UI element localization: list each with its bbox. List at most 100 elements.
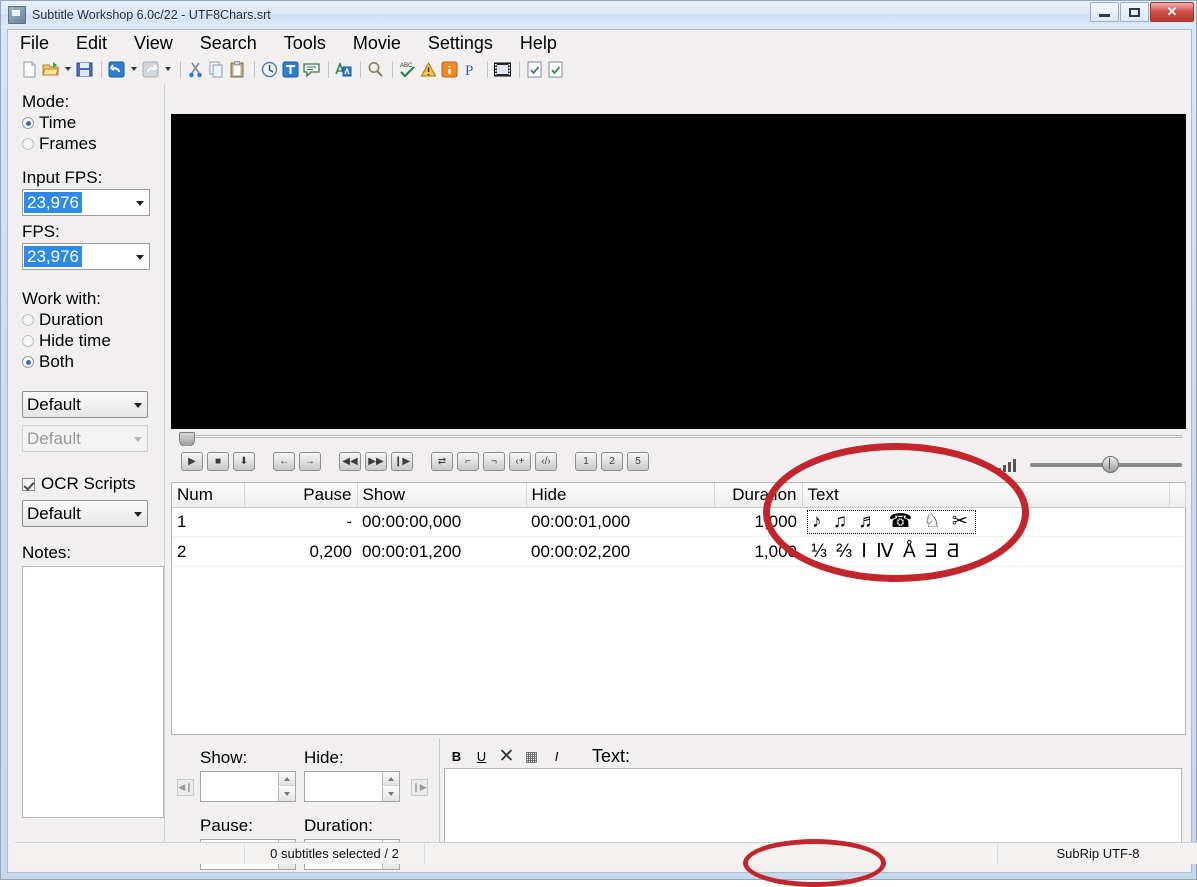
work-with-both[interactable]: Both <box>22 352 164 372</box>
hide-spin-up[interactable] <box>382 772 399 786</box>
column-header-show[interactable]: Show <box>357 483 526 508</box>
cut-icon[interactable] <box>186 60 205 79</box>
show-spin-down[interactable] <box>278 787 295 801</box>
marker-1-button[interactable]: 1 <box>575 452 597 471</box>
jump-to-button[interactable]: ⬇ <box>233 452 255 471</box>
hide-input[interactable] <box>304 771 400 802</box>
set-hide-time-button[interactable]: ¬ <box>483 452 505 471</box>
save-icon[interactable] <box>75 60 94 79</box>
search-icon[interactable] <box>366 60 385 79</box>
italic-button[interactable]: I <box>544 746 569 766</box>
menu-view[interactable]: View <box>134 33 173 54</box>
table-row[interactable]: 1 - 00:00:00,000 00:00:01,000 1,000 ♪ ♫ … <box>172 508 1185 537</box>
ocr-scripts-combo[interactable]: Default <box>22 500 148 527</box>
mode-option-time-label: Time <box>39 113 76 133</box>
volume-slider-thumb[interactable] <box>1102 456 1119 473</box>
undo-dropdown-arrow[interactable] <box>128 60 139 79</box>
movie-icon[interactable] <box>493 60 512 79</box>
open-dropdown-arrow[interactable] <box>62 60 73 79</box>
cell-hide-2: 00:00:02,200 <box>526 537 714 567</box>
alter-subtitles-button[interactable]: ⇄ <box>431 452 453 471</box>
volume-slider[interactable] <box>1030 463 1182 467</box>
translate-icon[interactable] <box>334 60 353 79</box>
start-subtitle-button[interactable]: ‹+ <box>509 452 531 471</box>
clock-icon[interactable] <box>260 60 279 79</box>
open-folder-icon[interactable] <box>41 60 60 79</box>
menu-movie[interactable]: Movie <box>353 33 401 54</box>
chevron-down-icon-2 <box>136 255 144 260</box>
cell-hide-1: 00:00:01,000 <box>526 508 714 537</box>
undo-icon[interactable] <box>107 60 126 79</box>
maximize-button[interactable] <box>1120 2 1149 22</box>
column-header-text[interactable]: Text <box>802 483 1169 508</box>
step-frame-button[interactable]: ❙▶ <box>391 452 413 471</box>
prev-subtitle-button[interactable]: ◀❙ <box>177 779 194 796</box>
checkbox-ocr-scripts-icon[interactable] <box>22 478 35 491</box>
close-button[interactable]: ✕ <box>1150 2 1194 22</box>
hide-spin-down[interactable] <box>382 787 399 801</box>
check-doc-icon[interactable] <box>525 60 544 79</box>
info-icon[interactable] <box>440 60 459 79</box>
chevron-down-icon-5 <box>134 512 142 517</box>
play-button[interactable]: ▶ <box>181 452 203 471</box>
font-color-button[interactable]: ▦ <box>519 746 544 766</box>
next-subtitle-button[interactable]: ❙▶ <box>411 779 428 796</box>
check-doc-green-icon[interactable] <box>546 60 565 79</box>
move-subtitle-forward-button[interactable]: → <box>299 452 321 471</box>
column-header-duration[interactable]: Duration <box>714 483 802 508</box>
column-header-extra[interactable] <box>1169 483 1185 508</box>
input-fps-combo[interactable]: 23,976 <box>22 189 150 216</box>
column-header-hide[interactable]: Hide <box>526 483 714 508</box>
move-subtitle-back-button[interactable]: ← <box>273 452 295 471</box>
warning-icon[interactable] <box>419 60 438 79</box>
redo-icon[interactable] <box>141 60 160 79</box>
new-subtitle-icon[interactable] <box>20 60 39 79</box>
redo-dropdown-arrow[interactable] <box>162 60 173 79</box>
mode-option-time[interactable]: Time <box>22 113 164 133</box>
set-show-time-button[interactable]: ⌐ <box>457 452 479 471</box>
end-subtitle-button[interactable]: ‹/› <box>535 452 557 471</box>
ocr-scripts-checkbox-row[interactable]: OCR Scripts <box>22 474 164 494</box>
toolbar-separator-2 <box>180 61 181 78</box>
subtitle-list[interactable]: Num Pause Show Hide Duration Text 1 - 00… <box>171 482 1186 735</box>
notes-textarea[interactable] <box>22 566 164 818</box>
menu-search[interactable]: Search <box>200 33 257 54</box>
menu-edit[interactable]: Edit <box>76 33 107 54</box>
marker-2-button[interactable]: 2 <box>601 452 623 471</box>
show-spin-up[interactable] <box>278 772 295 786</box>
stop-button[interactable]: ■ <box>207 452 229 471</box>
fps-combo[interactable]: 23,976 <box>22 243 150 270</box>
radio-both-icon <box>22 356 34 368</box>
minimize-button[interactable] <box>1090 2 1119 22</box>
work-with-hide-time[interactable]: Hide time <box>22 331 164 351</box>
text-t-icon[interactable] <box>281 60 300 79</box>
forward-button[interactable]: ▶▶ <box>365 452 387 471</box>
pascal-script-icon[interactable]: P <box>461 60 480 79</box>
rewind-button[interactable]: ◀◀ <box>339 452 361 471</box>
underline-button[interactable]: U <box>469 746 494 766</box>
comment-icon[interactable] <box>302 60 321 79</box>
seek-track[interactable] <box>185 435 1182 438</box>
bold-button[interactable]: B <box>444 746 469 766</box>
column-header-num[interactable]: Num <box>172 483 244 508</box>
copy-icon[interactable] <box>207 60 226 79</box>
paste-icon[interactable] <box>228 60 247 79</box>
menu-settings[interactable]: Settings <box>428 33 493 54</box>
spellcheck-icon[interactable]: ABC <box>398 60 417 79</box>
seek-thumb[interactable] <box>179 432 195 447</box>
video-seek-bar[interactable] <box>171 430 1186 446</box>
table-row[interactable]: 2 0,200 00:00:01,200 00:00:02,200 1,000 … <box>172 537 1185 567</box>
work-with-duration[interactable]: Duration <box>22 310 164 330</box>
radio-time-icon <box>22 117 34 129</box>
style-combo[interactable]: Default <box>22 391 148 418</box>
menu-help[interactable]: Help <box>520 33 557 54</box>
marker-5-button[interactable]: 5 <box>627 452 649 471</box>
menu-tools[interactable]: Tools <box>284 33 326 54</box>
video-preview[interactable] <box>171 114 1186 429</box>
mode-option-frames[interactable]: Frames <box>22 134 164 154</box>
clear-formatting-button[interactable]: ✕ <box>494 746 519 766</box>
menu-file[interactable]: File <box>20 33 49 54</box>
chevron-down-icon <box>136 201 144 206</box>
show-input[interactable] <box>200 771 296 802</box>
column-header-pause[interactable]: Pause <box>244 483 357 508</box>
